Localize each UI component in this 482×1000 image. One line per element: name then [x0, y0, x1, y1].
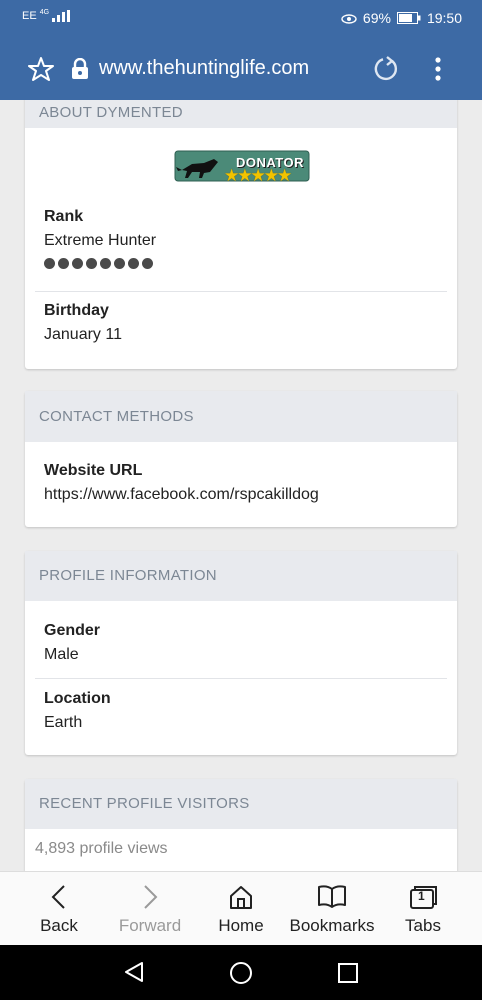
location-row: Location Earth: [25, 690, 111, 732]
website-row: Website URL https://www.facebook.com/rsp…: [25, 462, 319, 504]
donator-badge: DONATOR ★★★★★: [174, 150, 310, 186]
forward-label: Forward: [118, 916, 182, 935]
website-link[interactable]: https://www.facebook.com/rspcakilldog: [44, 486, 319, 504]
location-value: Earth: [44, 714, 83, 731]
visitors-heading: RECENT PROFILE VISITORS: [25, 779, 457, 829]
address-bar[interactable]: www.thehuntinglife.com: [99, 57, 309, 80]
back-label: Back: [40, 916, 78, 935]
birthday-label: Birthday: [44, 302, 109, 319]
rank-label: Rank: [44, 208, 84, 225]
profile-views: 4,893 profile views: [35, 840, 168, 857]
visitors-card: RECENT PROFILE VISITORS 4,893 profile vi…: [25, 779, 457, 871]
home-icon: [230, 886, 252, 909]
bookmarks-button[interactable]: Bookmarks: [282, 872, 382, 946]
tabs-label: Tabs: [405, 916, 441, 935]
clock: 19:50: [426, 10, 462, 26]
network-label: 4G: [39, 8, 50, 16]
battery-icon: [396, 12, 421, 24]
page-content: ABOUT DYMENTED DONATOR ★★★★★ Rank Extrem…: [0, 100, 482, 871]
forward-button[interactable]: Forward: [102, 872, 198, 946]
rank-value: Extreme Hunter: [44, 232, 157, 249]
website-label: Website URL: [44, 462, 143, 479]
rank-dot: [114, 258, 125, 269]
about-heading: ABOUT DYMENTED: [25, 100, 457, 128]
rank-row: Rank Extreme Hunter: [25, 208, 156, 269]
tabs-button[interactable]: 1 Tabs: [375, 872, 471, 946]
lock-icon: [72, 58, 88, 79]
birthday-row: Birthday January 11: [25, 302, 122, 344]
divider: [35, 291, 447, 292]
battery-percent: 69%: [362, 10, 391, 26]
home-button[interactable]: Home: [193, 872, 289, 946]
bookmarks-book-icon: [318, 885, 346, 908]
browser-bottom-nav: Back Forward Home Bookmarks 1 Tabs: [0, 871, 482, 946]
gender-value: Male: [44, 646, 79, 663]
divider: [35, 678, 447, 679]
tab-count: 1: [418, 889, 425, 903]
profile-info-card: PROFILE INFORMATION Gender Male Location…: [25, 551, 457, 755]
reload-icon[interactable]: [372, 55, 400, 83]
signal-icon: [52, 10, 71, 22]
about-card: ABOUT DYMENTED DONATOR ★★★★★ Rank Extrem…: [25, 100, 457, 369]
eye-comfort-icon: [341, 14, 357, 24]
back-arrow-icon: [51, 885, 65, 909]
rank-dot: [128, 258, 139, 269]
carrier-label: EE: [22, 10, 37, 22]
location-label: Location: [44, 690, 111, 707]
rank-dot: [142, 258, 153, 269]
birthday-value: January 11: [44, 326, 122, 343]
rank-dots: [44, 258, 156, 269]
gender-row: Gender Male: [25, 622, 100, 664]
rank-dot: [44, 258, 55, 269]
bookmark-star-icon[interactable]: [28, 56, 54, 82]
system-nav-bar: [0, 945, 482, 1000]
rank-dot: [100, 258, 111, 269]
bookmarks-label: Bookmarks: [289, 916, 375, 935]
system-back-icon[interactable]: [123, 961, 145, 983]
rank-dot: [86, 258, 97, 269]
overflow-menu-icon[interactable]: [430, 56, 446, 82]
profile-heading: PROFILE INFORMATION: [25, 551, 457, 601]
home-label: Home: [218, 916, 264, 935]
forward-arrow-icon: [144, 885, 158, 909]
rank-dot: [72, 258, 83, 269]
gender-label: Gender: [44, 622, 101, 639]
system-recents-icon[interactable]: [338, 963, 358, 983]
back-button[interactable]: Back: [11, 872, 107, 946]
badge-stars: ★★★★★: [224, 166, 292, 185]
contact-heading: CONTACT METHODS: [25, 391, 457, 442]
rank-dot: [58, 258, 69, 269]
status-bar: EE 4G 69% 19:50: [0, 0, 482, 38]
contact-card: CONTACT METHODS Website URL https://www.…: [25, 391, 457, 527]
system-home-icon[interactable]: [229, 961, 253, 985]
browser-toolbar: www.thehuntinglife.com: [0, 38, 482, 100]
